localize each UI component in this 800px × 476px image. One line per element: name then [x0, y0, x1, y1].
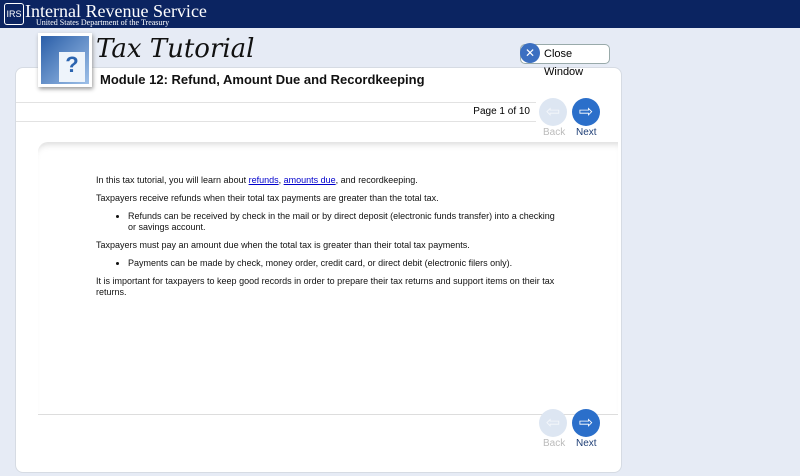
- close-icon: ✕: [520, 43, 540, 63]
- bullet-payments: Payments can be made by check, money ord…: [128, 258, 556, 269]
- intro: In this tax tutorial, you will learn abo…: [96, 175, 556, 186]
- tutorial-logo-icon: ?: [38, 33, 92, 87]
- footer-divider: [38, 414, 618, 415]
- irs-seal-icon: IRS: [4, 3, 24, 25]
- module-title: Module 12: Refund, Amount Due and Record…: [100, 72, 425, 87]
- org-subtitle: United States Department of the Treasury: [36, 18, 170, 27]
- back-button-bottom[interactable]: ⇦: [539, 409, 567, 437]
- bullet-refunds: Refunds can be received by check in the …: [128, 211, 556, 233]
- back-label-bottom: Back: [543, 438, 566, 449]
- tutorial-text: In this tax tutorial, you will learn abo…: [96, 175, 556, 305]
- paragraph-refunds: Taxpayers receive refunds when their tot…: [96, 193, 439, 203]
- amounts-due-link[interactable]: amounts due: [284, 175, 336, 185]
- back-label: Back: [543, 127, 566, 138]
- next-label-bottom[interactable]: Next: [576, 438, 597, 449]
- back-button[interactable]: ⇦: [539, 98, 567, 126]
- next-button-bottom[interactable]: ⇨: [572, 409, 600, 437]
- close-label: Close Window: [544, 48, 584, 78]
- intro-text: In this tax tutorial, you will learn abo…: [96, 175, 249, 185]
- paragraph-records: It is important for taxpayers to keep go…: [96, 276, 555, 297]
- irs-header: IRS Internal Revenue Service United Stat…: [0, 0, 800, 28]
- app-title: Tax Tutorial: [96, 34, 255, 64]
- next-button[interactable]: ⇨: [572, 98, 600, 126]
- bottom-nav: ⇦ ⇨ Back Next: [539, 409, 609, 451]
- top-nav: ⇦ ⇨ Back Next: [539, 98, 609, 140]
- refunds-link[interactable]: refunds: [249, 175, 279, 185]
- intro-end: , and recordkeeping.: [335, 175, 418, 185]
- page-indicator: Page 1 of 10: [473, 106, 530, 117]
- question-mark-icon: ?: [59, 52, 85, 82]
- next-label[interactable]: Next: [576, 127, 597, 138]
- page-bar: Page 1 of 10: [16, 102, 536, 122]
- paragraph-amount-due: Taxpayers must pay an amount due when th…: [96, 240, 470, 250]
- close-window-button[interactable]: ✕ Close Window: [520, 43, 610, 78]
